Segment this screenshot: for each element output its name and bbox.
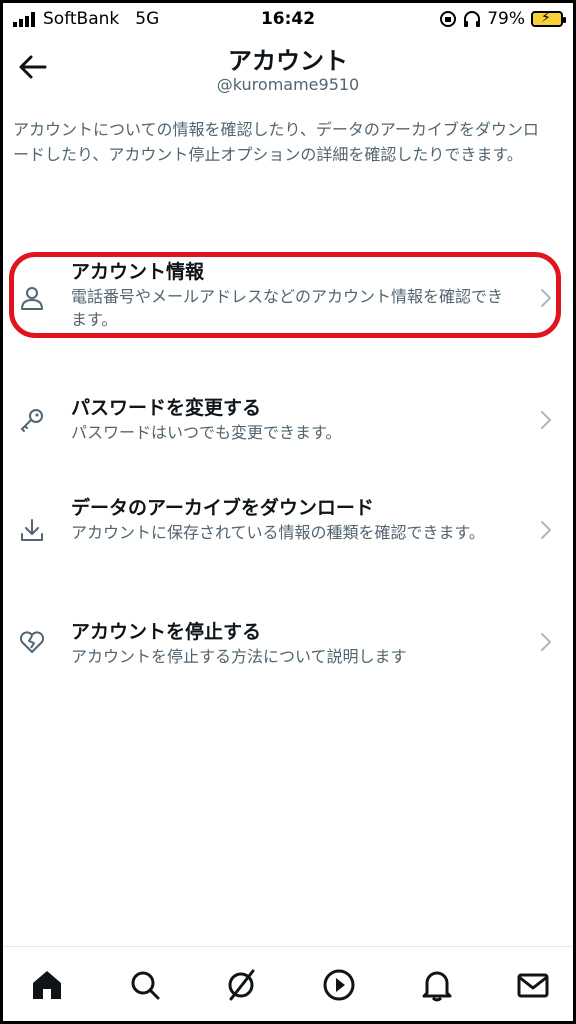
item-label: パスワードを変更する <box>71 397 262 419</box>
key-icon <box>20 409 43 432</box>
chevron-right-icon <box>541 411 551 429</box>
status-right: 79% ⚡ <box>439 9 566 29</box>
menu-item-change-password[interactable]: パスワードを変更する パスワードはいつでも変更できます。 <box>3 393 573 453</box>
battery-percent: 79% <box>487 9 525 29</box>
headphones-icon <box>464 11 481 27</box>
menu-item-download-archive[interactable]: データのアーカイブをダウンロード アカウントに保存されている情報の種類を確認でき… <box>3 493 573 573</box>
account-handle: @kuromame9510 <box>216 75 360 94</box>
search-icon[interactable] <box>127 967 163 1003</box>
mail-icon[interactable] <box>515 967 551 1003</box>
home-icon[interactable] <box>29 967 65 1003</box>
item-description: アカウントに保存されている情報の種類を確認できます。 <box>71 523 485 542</box>
item-description: アカウントを停止する方法について説明します <box>71 647 407 666</box>
screen: SoftBank 5G 16:42 79% ⚡ アカウント @kuromame9… <box>0 0 576 1024</box>
chevron-right-icon <box>541 633 551 651</box>
page-description: アカウントについての情報を確認したり、データのアーカイブをダウンロードしたり、ア… <box>13 120 539 164</box>
page-title: アカウント <box>228 47 348 75</box>
download-icon <box>21 519 43 541</box>
item-label: アカウントを停止する <box>71 621 262 643</box>
play-icon[interactable] <box>321 967 357 1003</box>
rotation-lock-icon <box>440 11 457 27</box>
bottom-nav <box>3 946 573 1021</box>
item-label: データのアーカイブをダウンロード <box>71 497 374 519</box>
menu-item-deactivate[interactable]: アカウントを停止する アカウントを停止する方法について説明します <box>3 617 573 677</box>
broken-heart-icon <box>19 631 45 653</box>
communities-icon[interactable] <box>223 967 259 1003</box>
status-bar: SoftBank 5G 16:42 79% ⚡ <box>3 3 573 37</box>
chevron-right-icon <box>541 521 551 539</box>
highlight-annotation <box>9 252 561 338</box>
bell-icon[interactable] <box>419 967 455 1003</box>
header: アカウント @kuromame9510 <box>3 37 573 107</box>
battery-icon: ⚡ <box>531 10 566 27</box>
item-description: パスワードはいつでも変更できます。 <box>71 423 342 442</box>
